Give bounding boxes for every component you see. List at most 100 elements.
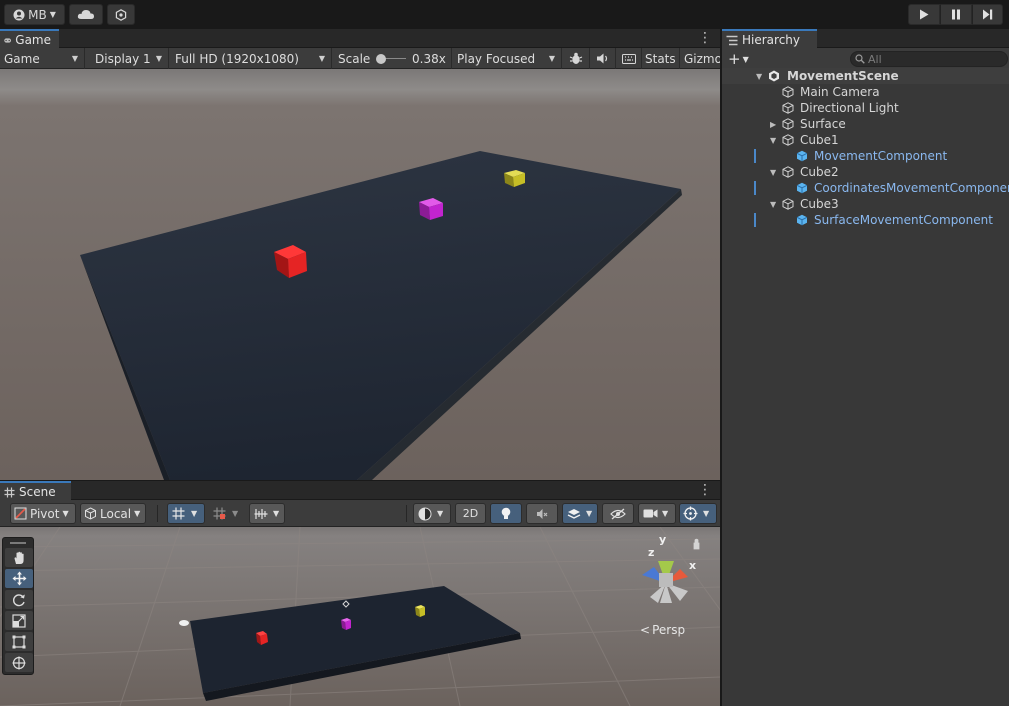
- expand-arrow-icon[interactable]: ▼: [770, 200, 776, 209]
- chevron-left-icon: <: [640, 623, 651, 637]
- tab-scene[interactable]: Scene: [0, 481, 71, 501]
- increment-snap-button[interactable]: ▼: [208, 503, 246, 524]
- ruler-button[interactable]: ▼: [249, 503, 285, 524]
- collapsed-arrow-icon[interactable]: ▶: [770, 120, 776, 129]
- expand-arrow-icon[interactable]: ▼: [770, 168, 776, 177]
- scene-menu-icon[interactable]: ⋮: [698, 483, 712, 497]
- move-tool-button[interactable]: [5, 569, 33, 588]
- axis-y-label: y: [659, 533, 667, 546]
- bug-button[interactable]: [562, 48, 590, 69]
- chevron-down-icon: ▼: [191, 509, 198, 518]
- collab-icon: [115, 8, 127, 21]
- gameobject-cube-icon: [782, 134, 794, 146]
- rect-tool-button[interactable]: [5, 632, 33, 651]
- cube-icon: [85, 507, 96, 520]
- shading-sphere-icon: [418, 507, 432, 520]
- scene-toolbar: Pivot ▼ Local ▼ ▼ ▼ ▼ ▼ 2D ▼ ▼ ▼: [0, 500, 720, 527]
- hierarchy-item-coordinates-movement-component[interactable]: CoordinatesMovementComponent: [722, 180, 1009, 196]
- transform-tool-button[interactable]: [5, 653, 33, 672]
- layers-icon: [567, 508, 581, 519]
- game-mode-label: Game: [4, 51, 40, 66]
- prefab-cube-icon: [796, 150, 808, 162]
- hierarchy-item-cube3[interactable]: ▼ Cube3: [722, 196, 1009, 212]
- local-dropdown[interactable]: Local ▼: [80, 503, 146, 524]
- shading-mode-button[interactable]: ▼: [413, 503, 451, 524]
- hierarchy-item-label: Surface: [800, 117, 846, 131]
- mute-button[interactable]: [590, 48, 616, 69]
- gizmos-button[interactable]: Gizmo: [680, 48, 720, 69]
- display-dropdown[interactable]: Display 1 ▼: [85, 48, 169, 69]
- pivot-icon: [14, 507, 27, 520]
- snap-icon: [213, 507, 226, 520]
- transform-icon: [12, 656, 26, 669]
- scene-viewport[interactable]: y z x < Persp: [0, 527, 720, 706]
- collab-button[interactable]: [107, 4, 135, 25]
- tab-game-label: Game: [15, 33, 51, 47]
- create-button[interactable]: + ▼: [728, 50, 749, 68]
- pause-button[interactable]: [940, 4, 972, 25]
- scale-tool-button[interactable]: [5, 611, 33, 630]
- grid-snap-button[interactable]: ▼: [167, 503, 205, 524]
- camera-settings-button[interactable]: ▼: [638, 503, 676, 524]
- prefab-cube-icon: [796, 214, 808, 226]
- shortcuts-button[interactable]: [616, 48, 642, 69]
- hierarchy-search-input[interactable]: All: [850, 51, 1008, 67]
- pause-icon: [952, 9, 960, 20]
- chevron-down-icon: ▼: [318, 54, 325, 63]
- stats-button[interactable]: Stats: [642, 48, 680, 69]
- step-button[interactable]: [972, 4, 1003, 25]
- game-mode-dropdown[interactable]: Game ▼: [0, 48, 85, 69]
- hierarchy-item-movement-component[interactable]: MovementComponent: [722, 148, 1009, 164]
- main-toolbar: MB ▼: [0, 0, 1009, 29]
- chevron-down-icon: ▼: [134, 509, 141, 518]
- expand-arrow-icon[interactable]: ▼: [756, 72, 762, 81]
- play-button[interactable]: [908, 4, 940, 25]
- toolbar-separator: [157, 505, 158, 522]
- hierarchy-item-surface[interactable]: ▶ Surface: [722, 116, 1009, 132]
- scale-control: Scale 0.38x: [332, 48, 452, 69]
- scene-tools-overlay: [2, 537, 34, 675]
- persp-label: Persp: [652, 623, 686, 637]
- projection-toggle[interactable]: < Persp: [640, 623, 685, 637]
- tab-scene-label: Scene: [19, 485, 56, 499]
- stats-label: Stats: [645, 51, 676, 66]
- pivot-dropdown[interactable]: Pivot ▼: [10, 503, 76, 524]
- scale-slider-handle[interactable]: [376, 54, 386, 64]
- lock-icon[interactable]: [693, 538, 700, 550]
- tab-hierarchy[interactable]: Hierarchy: [722, 29, 817, 49]
- drag-handle[interactable]: [10, 542, 26, 544]
- resolution-dropdown[interactable]: Full HD (1920x1080) ▼: [169, 48, 332, 69]
- rotate-tool-button[interactable]: [5, 590, 33, 609]
- game-menu-icon[interactable]: ⋮: [698, 31, 712, 45]
- scene-visibility-button[interactable]: [602, 503, 634, 524]
- plus-icon: +: [728, 50, 741, 68]
- lighting-toggle-button[interactable]: [490, 503, 522, 524]
- hierarchy-item-surface-movement-component[interactable]: SurfaceMovementComponent: [722, 212, 1009, 228]
- prefab-override-bar: [754, 213, 756, 227]
- gameobject-cube-icon: [782, 166, 794, 178]
- speaker-icon: [597, 53, 608, 64]
- axis-z-label: z: [648, 546, 655, 559]
- scene-panel: Scene ⋮ Pivot ▼ Local ▼ ▼ ▼ ▼ ▼ 2D ▼ ▼ ▼…: [0, 481, 720, 706]
- 2d-toggle-button[interactable]: 2D: [455, 503, 486, 524]
- audio-toggle-button[interactable]: [526, 503, 558, 524]
- hierarchy-item-label: Main Camera: [800, 85, 880, 99]
- account-label: MB: [28, 7, 47, 22]
- account-dropdown[interactable]: MB ▼: [4, 4, 65, 25]
- tab-game[interactable]: Game: [0, 29, 59, 49]
- cloud-button[interactable]: [69, 4, 103, 25]
- hierarchy-item-cube2[interactable]: ▼ Cube2: [722, 164, 1009, 180]
- expand-arrow-icon[interactable]: ▼: [770, 136, 776, 145]
- gizmos-toggle-button[interactable]: ▼: [679, 503, 717, 524]
- hand-tool-button[interactable]: [5, 548, 33, 567]
- hierarchy-scene-row[interactable]: ▼ MovementScene: [722, 68, 1009, 84]
- hierarchy-item-directional-light[interactable]: Directional Light: [722, 100, 1009, 116]
- step-icon: [983, 9, 993, 20]
- play-mode-dropdown[interactable]: Play Focused ▼: [452, 48, 562, 69]
- game-viewport[interactable]: [0, 69, 720, 480]
- effects-button[interactable]: ▼: [562, 503, 598, 524]
- ruler-icon: [254, 508, 268, 519]
- game-tabbar: Game ⋮: [0, 29, 720, 49]
- hierarchy-item-cube1[interactable]: ▼ Cube1: [722, 132, 1009, 148]
- hierarchy-item-main-camera[interactable]: Main Camera: [722, 84, 1009, 100]
